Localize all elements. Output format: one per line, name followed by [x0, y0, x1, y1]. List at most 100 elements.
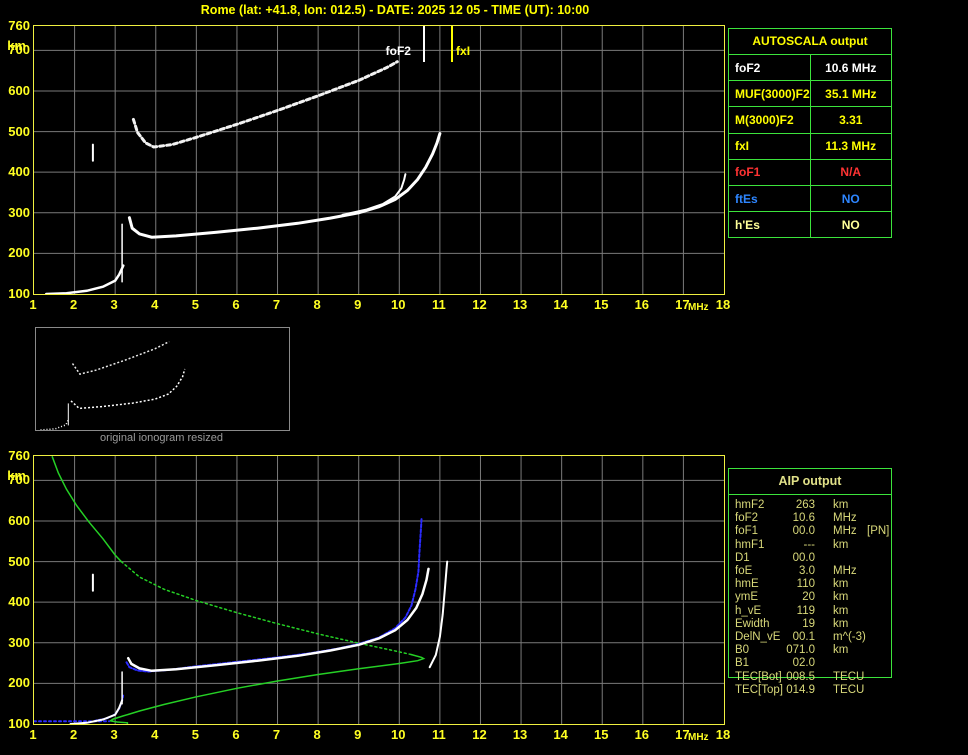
- x-tick-11: 11: [432, 297, 446, 312]
- autoscala-value: 3.31: [809, 107, 891, 133]
- x-tick-8: 8: [313, 297, 321, 312]
- aip-unit: km: [833, 617, 849, 630]
- series-e-trace: [44, 264, 125, 294]
- aip-unit: km: [833, 604, 849, 617]
- x-tick-6: 6: [232, 297, 240, 312]
- x-tick-10: 10: [391, 727, 406, 742]
- aip-row-hmE: hmE 110 km: [729, 578, 893, 591]
- aip-label: B0: [735, 644, 750, 657]
- y-tick-760: 760: [8, 18, 30, 33]
- aip-value: 00.1: [792, 631, 815, 643]
- x-tick-1: 1: [29, 727, 37, 742]
- marker-label-foF2: foF2: [385, 44, 411, 58]
- x-tick-1: 1: [29, 297, 37, 312]
- aip-row-B0: B0 071.0 km: [729, 644, 893, 657]
- x-tick-14: 14: [553, 727, 568, 742]
- aip-value: 119: [796, 604, 815, 617]
- series-x-mode-branch: [428, 560, 449, 669]
- bottom-ionogram-traces: [34, 456, 724, 724]
- aip-label: foF1: [735, 525, 759, 538]
- aip-unit: TECU: [833, 670, 865, 683]
- aip-label: foF2: [735, 512, 759, 525]
- autoscala-label: MUF(3000)F2: [735, 86, 810, 101]
- aip-unit: km: [833, 499, 849, 511]
- x-tick-2: 2: [69, 297, 78, 312]
- x-tick-4: 4: [151, 727, 159, 742]
- autoscala-row-foF2: foF2 10.6 MHz: [729, 54, 891, 81]
- y-tick-760: 760: [8, 448, 30, 463]
- aip-unit: m^(-3): [833, 631, 866, 643]
- aip-value: 008.5: [786, 670, 815, 683]
- aip-row-DelN_vE: DelN_vE 00.1 m^(-3): [729, 631, 893, 644]
- aip-row-foF1: foF1 00.0 MHz [PN]: [729, 525, 893, 538]
- marker-line-fxI: [451, 26, 454, 62]
- autoscala-label: foF1: [735, 165, 761, 180]
- series-profile-bottomside: [108, 653, 426, 724]
- x-tick-7: 7: [272, 727, 281, 742]
- marker-label-fxI: fxI: [456, 44, 471, 58]
- aip-label: D1: [735, 551, 750, 564]
- aip-row-hmF2: hmF2 263 km: [729, 499, 893, 512]
- autoscala-value: NO: [809, 185, 891, 212]
- aip-unit: km: [833, 644, 849, 657]
- aip-label: hmE: [735, 578, 759, 591]
- x-tick-3: 3: [110, 297, 118, 312]
- autoscala-row-M(3000)F2: M(3000)F2 3.31: [729, 106, 891, 133]
- x-tick-15: 15: [594, 297, 609, 312]
- station-title: Rome (lat: +41.8, lon: 012.5) - DATE: 20…: [200, 3, 590, 17]
- autoscala-row-foF1: foF1 N/A: [729, 158, 891, 185]
- aip-label: foE: [735, 565, 753, 577]
- aip-label: ymE: [735, 591, 758, 604]
- autoscala-value: 10.6 MHz: [809, 55, 891, 81]
- y-tick-300: 300: [8, 634, 30, 650]
- series-e-trace: [40, 418, 70, 430]
- aip-row-TEC[Bot]: TEC[Bot] 008.5 TECU: [729, 671, 893, 684]
- aip-value: 00.0: [792, 525, 815, 538]
- aip-row-foF2: foF2 10.6 MHz: [729, 512, 893, 525]
- aip-unit: TECU: [833, 683, 865, 696]
- aip-unit: km: [833, 538, 849, 551]
- aip-row-ymE: ymE 20 km: [729, 591, 893, 604]
- aip-value: 3.0: [799, 565, 815, 577]
- aip-row-B1: B1 02.0: [729, 657, 893, 670]
- aip-unit: MHz: [833, 565, 857, 577]
- x-tick-9: 9: [354, 297, 362, 312]
- autoscala-table-header: AUTOSCALA output: [752, 34, 868, 48]
- autoscala-row-fxI: fxI 11.3 MHz: [729, 132, 891, 159]
- grid: [34, 26, 724, 294]
- grid: [34, 456, 724, 724]
- x-tick-4: 4: [151, 297, 159, 312]
- x-tick-5: 5: [191, 727, 199, 742]
- x-tick-13: 13: [512, 727, 528, 742]
- x-tick-2: 2: [69, 727, 78, 742]
- aip-table-header: AIP output: [729, 469, 891, 495]
- aip-value: 014.9: [786, 683, 815, 696]
- x-tick-7: 7: [272, 297, 281, 312]
- x-tick-3: 3: [110, 727, 118, 742]
- aip-row-foE: foE 3.0 MHz: [729, 565, 893, 578]
- x-axis-unit: MHz: [688, 302, 709, 313]
- series-second-hop: [71, 340, 170, 375]
- autoscala-label: foF2: [735, 60, 761, 75]
- aip-value: 19: [802, 617, 815, 630]
- x-tick-11: 11: [432, 727, 446, 742]
- thumbnail-1: [35, 327, 290, 431]
- x-tick-8: 8: [313, 727, 321, 742]
- thumbnail-traces: [40, 340, 186, 430]
- autoscala-row-h'Es: h'Es NO: [729, 211, 891, 238]
- autoscala-value: N/A: [809, 159, 891, 185]
- aip-unit: MHz: [833, 512, 857, 525]
- marker-line-foF2: [422, 26, 425, 62]
- autoscala-label: M(3000)F2: [735, 112, 794, 127]
- y-tick-300: 300: [8, 204, 30, 220]
- x-tick-16: 16: [634, 297, 650, 312]
- aip-value: 00.0: [792, 551, 815, 564]
- series-f2-restored: [125, 516, 423, 673]
- top-ionogram-plot: foF2 fxI: [33, 25, 725, 295]
- series-e-trace: [69, 699, 124, 724]
- aip-label: B1: [735, 657, 750, 670]
- x-tick-12: 12: [472, 727, 487, 742]
- x-tick-18: 18: [715, 727, 731, 742]
- x-axis-unit: MHz: [688, 732, 709, 743]
- top-ionogram-traces: [34, 26, 724, 294]
